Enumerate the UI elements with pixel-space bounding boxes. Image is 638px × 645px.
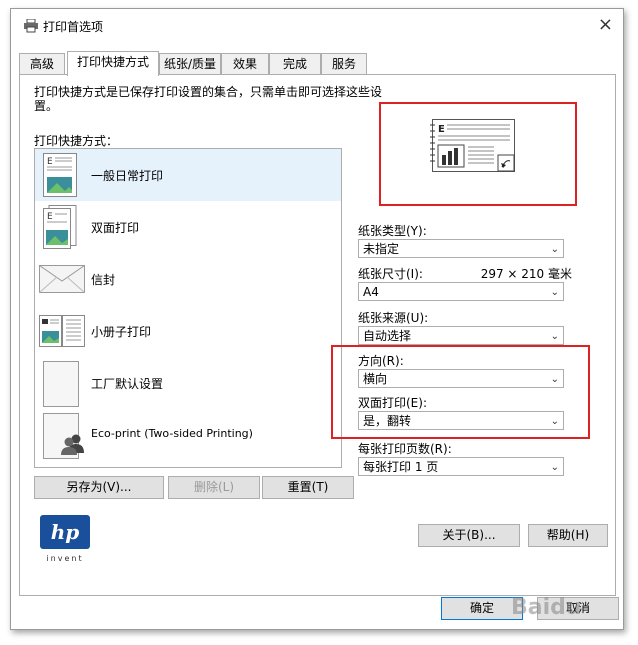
list-item[interactable]: E 双面打印: [35, 201, 341, 253]
paper-size-value: A4: [363, 285, 379, 299]
print-preferences-dialog: 打印首选项 × 高级 打印快捷方式 纸张/质量 效果 完成 服务 打印快捷方式是…: [10, 8, 624, 630]
list-item[interactable]: 小册子打印: [35, 305, 341, 357]
paper-size-dimensions: 297 × 210 毫米: [480, 267, 572, 281]
paper-type-value: 未指定: [363, 242, 400, 256]
blank-page-icon: [43, 361, 79, 407]
pages-per-sheet-value: 每张打印 1 页: [363, 460, 439, 474]
tab-paper-quality[interactable]: 纸张/质量: [159, 53, 221, 75]
list-item-label: 工厂默认设置: [91, 377, 164, 391]
tab-finishing[interactable]: 完成: [269, 53, 321, 75]
chevron-down-icon: ⌄: [550, 462, 559, 473]
list-item-label: 小册子打印: [91, 325, 152, 339]
users-icon: [61, 434, 84, 455]
list-item[interactable]: Eco-print (Two-sided Printing): [35, 409, 341, 461]
chevron-down-icon: ⌄: [550, 244, 559, 255]
tab-effects[interactable]: 效果: [221, 53, 269, 75]
shortcuts-list-label: 打印快捷方式：: [34, 134, 119, 148]
window-title: 打印首选项: [43, 20, 104, 34]
paper-type-select[interactable]: 未指定 ⌄: [358, 239, 564, 258]
annotation-highlight-preview: [379, 102, 577, 206]
paper-source-select[interactable]: 自动选择 ⌄: [358, 326, 564, 345]
svg-text:invent: invent: [46, 554, 83, 563]
chevron-down-icon: ⌄: [550, 331, 559, 342]
annotation-highlight-orientation-duplex: [331, 345, 590, 439]
about-button[interactable]: 关于(B)...: [418, 524, 520, 547]
tab-services[interactable]: 服务: [321, 53, 367, 75]
svg-text:hp: hp: [51, 520, 80, 544]
tab-panel: 打印快捷方式是已保存打印设置的集合，只需单击即可选择这些设置。 打印快捷方式： …: [19, 74, 616, 596]
list-item-label: 信封: [91, 273, 116, 287]
paper-size-label: 纸张尺寸(I):: [358, 267, 423, 281]
paper-size-select[interactable]: A4 ⌄: [358, 282, 564, 301]
paper-source-value: 自动选择: [363, 329, 412, 343]
cancel-button[interactable]: 取消: [537, 597, 619, 620]
list-item-label: 双面打印: [91, 221, 140, 235]
ok-button[interactable]: 确定: [441, 597, 523, 620]
pages-per-sheet-select[interactable]: 每张打印 1 页 ⌄: [358, 457, 564, 476]
save-as-button[interactable]: 另存为(V)...: [34, 476, 164, 499]
list-item-label: Eco-print (Two-sided Printing): [91, 427, 253, 440]
list-item[interactable]: 工厂默认设置: [35, 357, 341, 409]
hp-logo: hp invent: [40, 515, 90, 563]
pages-per-sheet-label: 每张打印页数(R):: [358, 442, 452, 456]
reset-button[interactable]: 重置(T): [262, 476, 354, 499]
shortcuts-list[interactable]: E 一般日常打印 E 双面打印 信封 小册子打印 工厂默认设置 Eco-prin…: [34, 148, 342, 468]
booklet-icon: [39, 315, 85, 347]
title-bar: 打印首选项 ×: [11, 9, 623, 41]
list-item[interactable]: 信封: [35, 253, 341, 305]
tab-advanced[interactable]: 高级: [19, 53, 65, 75]
printer-icon: [24, 19, 38, 33]
chevron-down-icon: ⌄: [550, 287, 559, 298]
document-landscape-icon: E: [43, 153, 77, 197]
shortcuts-description: 打印快捷方式是已保存打印设置的集合，只需单击即可选择这些设置。: [34, 85, 383, 113]
svg-text:E: E: [47, 212, 53, 222]
close-icon[interactable]: ×: [598, 15, 613, 35]
list-item[interactable]: E 一般日常打印: [35, 149, 341, 201]
paper-source-label: 纸张来源(U):: [358, 311, 429, 325]
list-item-label: 一般日常打印: [91, 169, 164, 183]
envelope-icon: [39, 265, 85, 293]
paper-type-label: 纸张类型(Y):: [358, 224, 427, 238]
duplex-document-icon: E: [43, 205, 77, 249]
delete-button[interactable]: 删除(L): [168, 476, 260, 499]
tab-print-shortcuts[interactable]: 打印快捷方式: [67, 51, 159, 76]
help-button[interactable]: 帮助(H): [528, 524, 608, 547]
svg-text:E: E: [47, 157, 53, 167]
